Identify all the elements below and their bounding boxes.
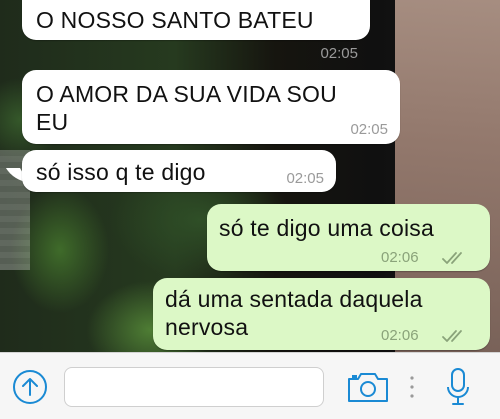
message-time: 02:05 [350,121,388,138]
attach-button-icon[interactable] [12,369,48,405]
message-bubble-incoming[interactable]: O NOSSO SANTO BATEU 02:05 [22,0,370,62]
message-time: 02:05 [320,45,358,62]
message-input[interactable] [64,367,324,407]
camera-icon[interactable] [346,371,390,403]
message-time: 02:05 [286,170,324,187]
message-input-bar [0,352,500,419]
read-receipt-icon [442,330,462,342]
read-receipt-icon [442,252,462,264]
message-time: 02:06 [381,249,419,266]
message-text: só isso q te digo [36,159,206,185]
message-bubble-incoming[interactable]: só isso q te digo 02:05 [22,150,336,192]
message-bubble-outgoing[interactable]: só te digo uma coisa 02:06 [207,204,490,271]
message-time: 02:06 [381,327,419,344]
message-text: só te digo uma coisa [219,215,434,241]
more-dots-icon[interactable] [409,375,415,399]
microphone-icon[interactable] [446,367,470,407]
message-text: O AMOR DA SUA VIDA SOU EU [36,81,337,135]
message-bubble-incoming[interactable]: O AMOR DA SUA VIDA SOU EU 02:05 [22,70,400,144]
message-text: O NOSSO SANTO BATEU [36,7,314,33]
message-bubble-outgoing[interactable]: dá uma sentada daquela nervosa 02:06 [153,278,490,350]
